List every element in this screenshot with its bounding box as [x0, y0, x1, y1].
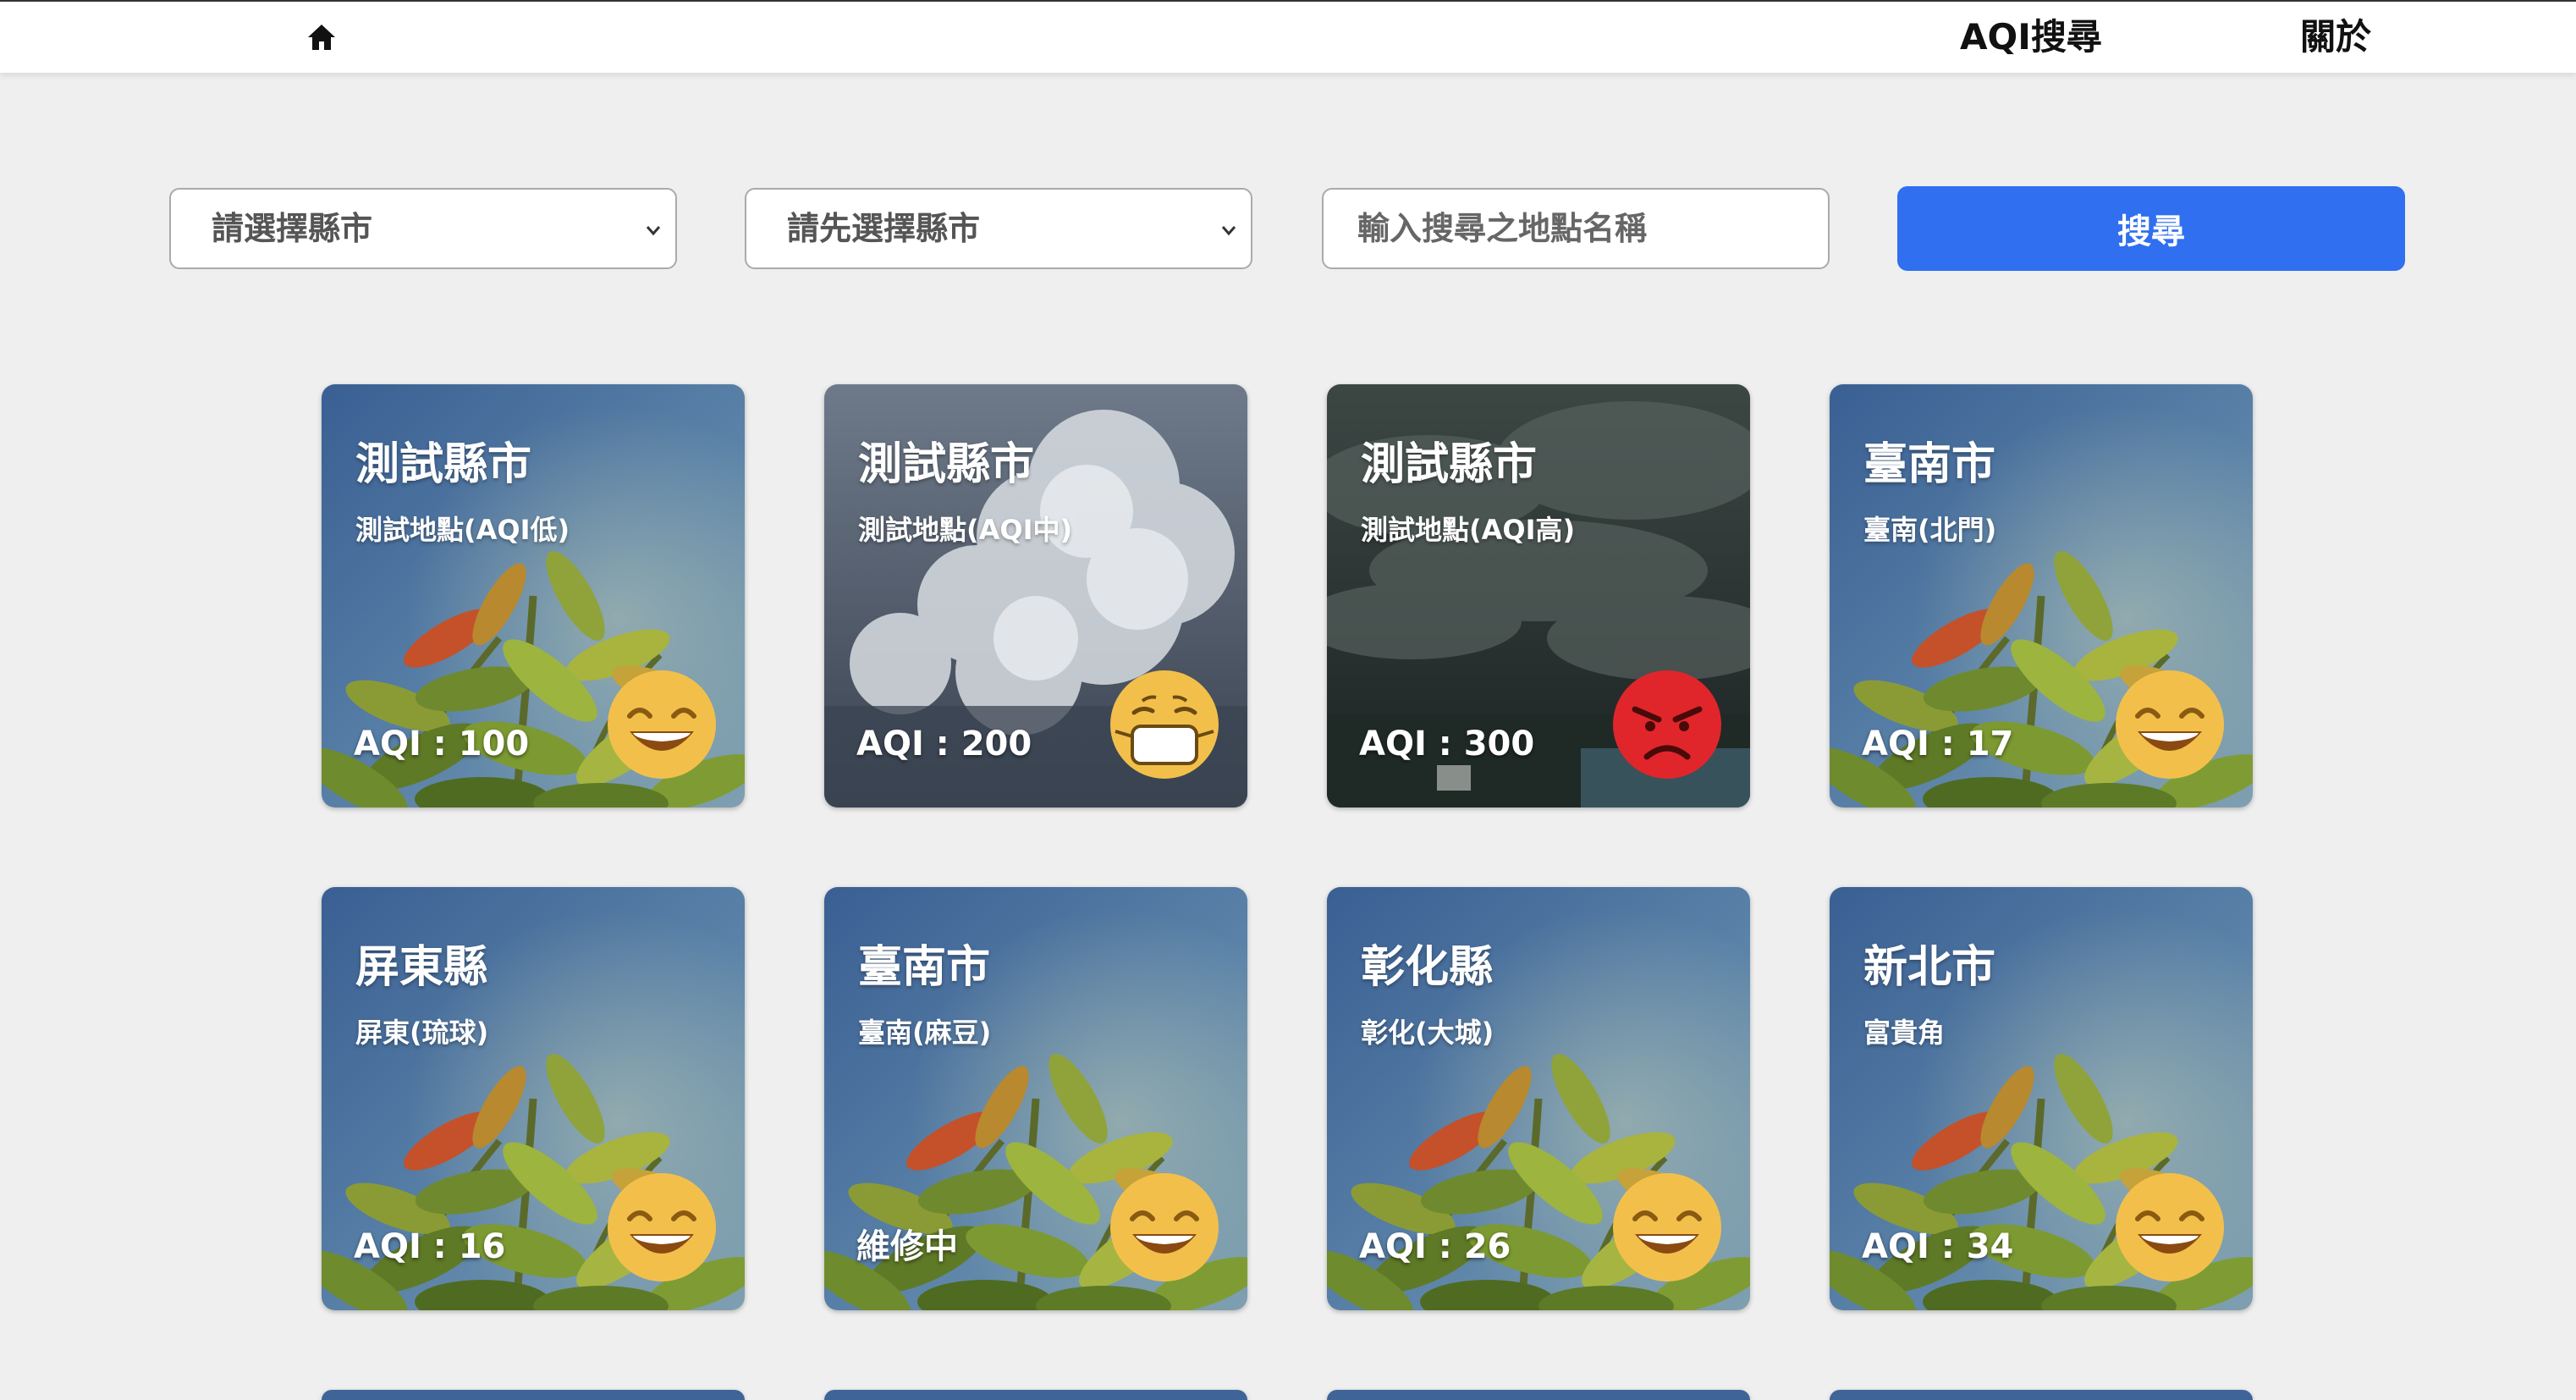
card-aqi-value: AQI : 100 [354, 725, 530, 763]
grin-face-icon [608, 1173, 716, 1281]
aqi-card[interactable]: 屏東縣 屏東(琉球) AQI : 16 [322, 887, 745, 1310]
card-site: 屏東(琉球) [355, 1017, 489, 1049]
card-city: 臺南市 [858, 942, 991, 993]
card-site: 彰化(大城) [1361, 1017, 1494, 1049]
card-aqi-value: AQI : 300 [1359, 725, 1535, 763]
aqi-card-partial[interactable] [824, 1390, 1247, 1400]
card-aqi-value: AQI : 16 [354, 1227, 506, 1266]
site-select[interactable]: 請先選擇縣市 [745, 188, 1252, 269]
aqi-card[interactable]: 彰化縣 彰化(大城) AQI : 26 [1327, 887, 1750, 1310]
chevron-down-icon [646, 226, 661, 236]
card-city: 臺南市 [1863, 439, 1996, 490]
card-city: 屏東縣 [355, 942, 488, 993]
grin-face-icon [2116, 670, 2224, 779]
aqi-card-partial[interactable] [1327, 1390, 1750, 1400]
aqi-card-partial[interactable] [1830, 1390, 2253, 1400]
card-aqi-value: AQI : 17 [1862, 725, 2014, 763]
aqi-card[interactable]: 臺南市 臺南(麻豆) 維修中 [824, 887, 1247, 1310]
top-navbar: AQI搜尋 關於 [0, 0, 2576, 73]
card-aqi-value: AQI : 200 [856, 725, 1032, 763]
card-aqi-value: 維修中 [856, 1227, 958, 1266]
card-city: 測試縣市 [858, 439, 1035, 490]
card-site: 測試地點(AQI中) [858, 514, 1073, 546]
card-city: 新北市 [1863, 942, 1996, 993]
angry-face-icon [1613, 670, 1721, 779]
card-site: 臺南(麻豆) [858, 1017, 992, 1049]
aqi-card[interactable]: 測試縣市 測試地點(AQI低) AQI : 100 [322, 384, 745, 807]
site-select-value: 請先選擇縣市 [787, 210, 981, 247]
grin-face-icon [1110, 1173, 1219, 1281]
card-site: 測試地點(AQI高) [1361, 514, 1576, 546]
nav-about[interactable]: 關於 [2300, 14, 2371, 61]
grin-face-icon [1613, 1173, 1721, 1281]
home-icon [308, 25, 335, 50]
mask-face-icon [1110, 670, 1219, 779]
aqi-card[interactable]: 測試縣市 測試地點(AQI中) AQI : 200 [824, 384, 1247, 807]
card-site: 測試地點(AQI低) [355, 514, 570, 546]
search-button[interactable]: 搜尋 [1897, 186, 2405, 271]
card-aqi-value: AQI : 26 [1359, 1227, 1511, 1266]
grin-face-icon [608, 670, 716, 779]
location-search-input[interactable] [1322, 188, 1830, 269]
card-site: 富貴角 [1863, 1017, 1946, 1049]
county-select[interactable]: 請選擇縣市 [169, 188, 677, 269]
aqi-card[interactable]: 新北市 富貴角 AQI : 34 [1830, 887, 2253, 1310]
aqi-card[interactable]: 測試縣市 測試地點(AQI高) AQI : 300 [1327, 384, 1750, 807]
aqi-card-partial[interactable] [322, 1390, 745, 1400]
home-button[interactable] [303, 20, 340, 54]
card-city: 彰化縣 [1361, 942, 1494, 993]
card-city: 測試縣市 [355, 439, 532, 490]
card-city: 測試縣市 [1361, 439, 1538, 490]
chevron-down-icon [1221, 226, 1236, 236]
card-site: 臺南(北門) [1863, 514, 1997, 546]
card-aqi-value: AQI : 34 [1862, 1227, 2014, 1266]
county-select-value: 請選擇縣市 [212, 210, 373, 247]
nav-aqi-search[interactable]: AQI搜尋 [1960, 14, 2102, 61]
grin-face-icon [2116, 1173, 2224, 1281]
aqi-card[interactable]: 臺南市 臺南(北門) AQI : 17 [1830, 384, 2253, 807]
